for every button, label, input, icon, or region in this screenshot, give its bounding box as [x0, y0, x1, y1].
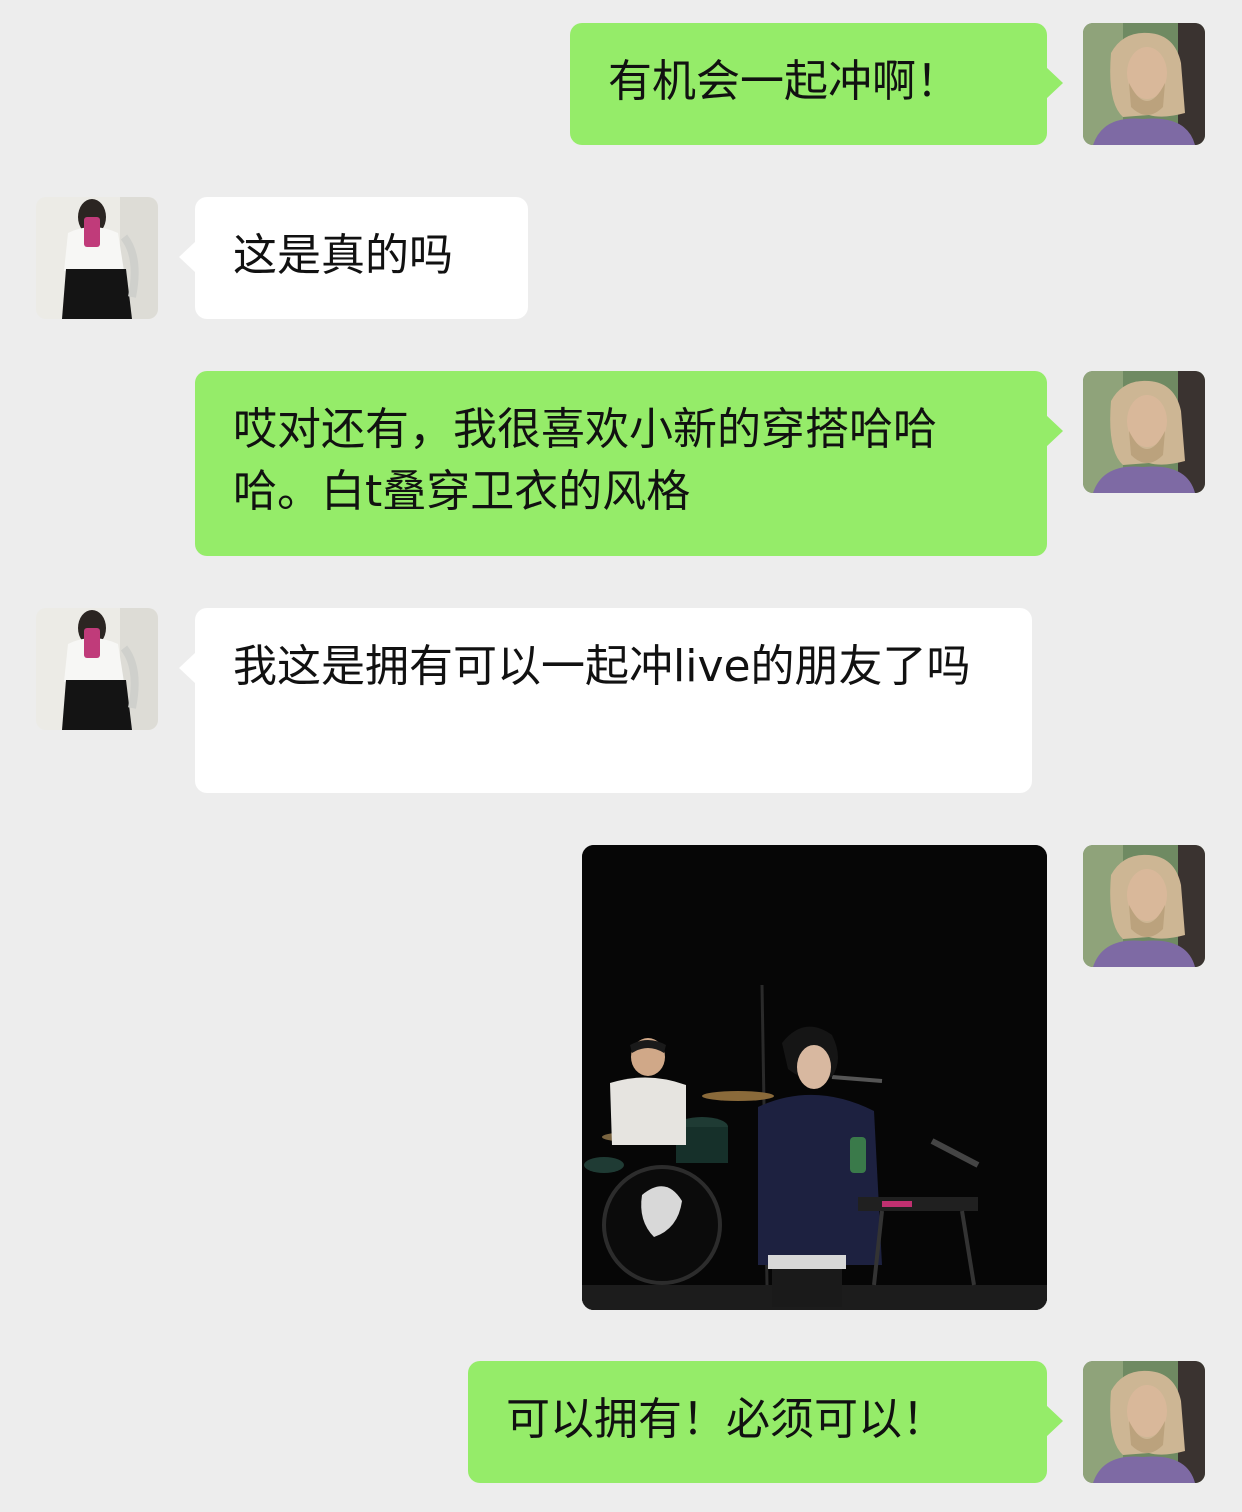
my-avatar[interactable]	[1083, 845, 1205, 967]
my-avatar[interactable]	[1083, 371, 1205, 493]
contact-avatar[interactable]	[36, 608, 158, 730]
my-avatar-image	[1083, 23, 1205, 145]
message-bubble-sent[interactable]: 有机会一起冲啊！	[570, 23, 1063, 145]
image-message[interactable]	[582, 845, 1047, 1310]
my-avatar[interactable]	[1083, 23, 1205, 145]
message-text: 有机会一起冲啊！	[608, 56, 960, 107]
message-bubble-sent[interactable]: 可以拥有！必须可以！	[468, 1361, 1063, 1483]
contact-avatar-image	[36, 608, 158, 730]
message-bubble-sent[interactable]: 哎对还有，我很喜欢小新的穿搭哈哈哈。白t叠穿卫衣的风格	[195, 371, 1063, 556]
my-avatar[interactable]	[1083, 1361, 1205, 1483]
message-bubble-received[interactable]: 我这是拥有可以一起冲live的朋友了吗	[179, 608, 1032, 793]
concert-photo	[582, 845, 1047, 1310]
message-text: 我这是拥有可以一起冲live的朋友了吗	[233, 641, 971, 692]
my-avatar-image	[1083, 371, 1205, 493]
message-bubble-received[interactable]: 这是真的吗	[179, 197, 528, 319]
message-text: 哎对还有，我很喜欢小新的穿搭哈哈哈。白t叠穿卫衣的风格	[233, 404, 937, 517]
my-avatar-image	[1083, 845, 1205, 967]
message-text: 可以拥有！必须可以！	[506, 1394, 946, 1445]
contact-avatar[interactable]	[36, 197, 158, 319]
message-text: 这是真的吗	[233, 230, 453, 281]
contact-avatar-image	[36, 197, 158, 319]
my-avatar-image	[1083, 1361, 1205, 1483]
